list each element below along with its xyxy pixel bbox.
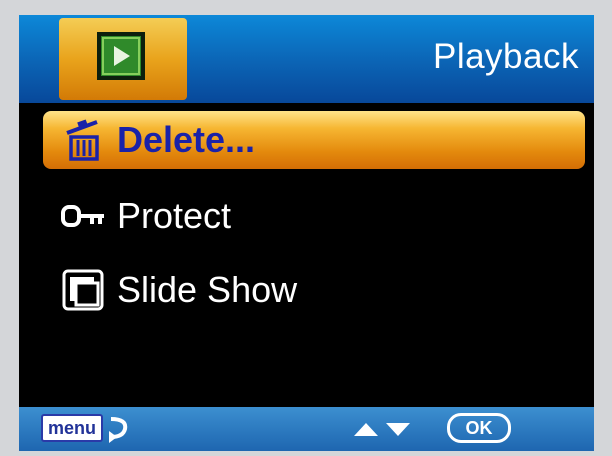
key-icon [55,191,111,241]
slideshow-icon [55,265,111,315]
play-icon [97,32,145,80]
menu-item-label: Slide Show [117,269,298,310]
page-title: Playback [432,37,579,76]
return-arrow-icon[interactable] [105,413,131,450]
bottom-bar: menu OK [19,407,594,451]
menu-button[interactable]: menu [41,414,103,442]
ok-button[interactable]: OK [447,413,511,443]
menu-item-slideshow[interactable]: Slide Show [43,261,585,319]
up-down-arrows-icon [352,419,414,444]
menu-item-label: Protect [117,195,232,236]
menu-item-delete[interactable]: Delete... [43,111,585,169]
mode-tab[interactable] [59,18,187,100]
trash-icon [55,115,111,165]
camera-screen: Playback Delete... Protect Slide Show me… [19,15,594,451]
menu-item-protect[interactable]: Protect [43,187,585,245]
menu-item-label: Delete... [117,119,256,160]
header-bar: Playback [19,15,594,103]
